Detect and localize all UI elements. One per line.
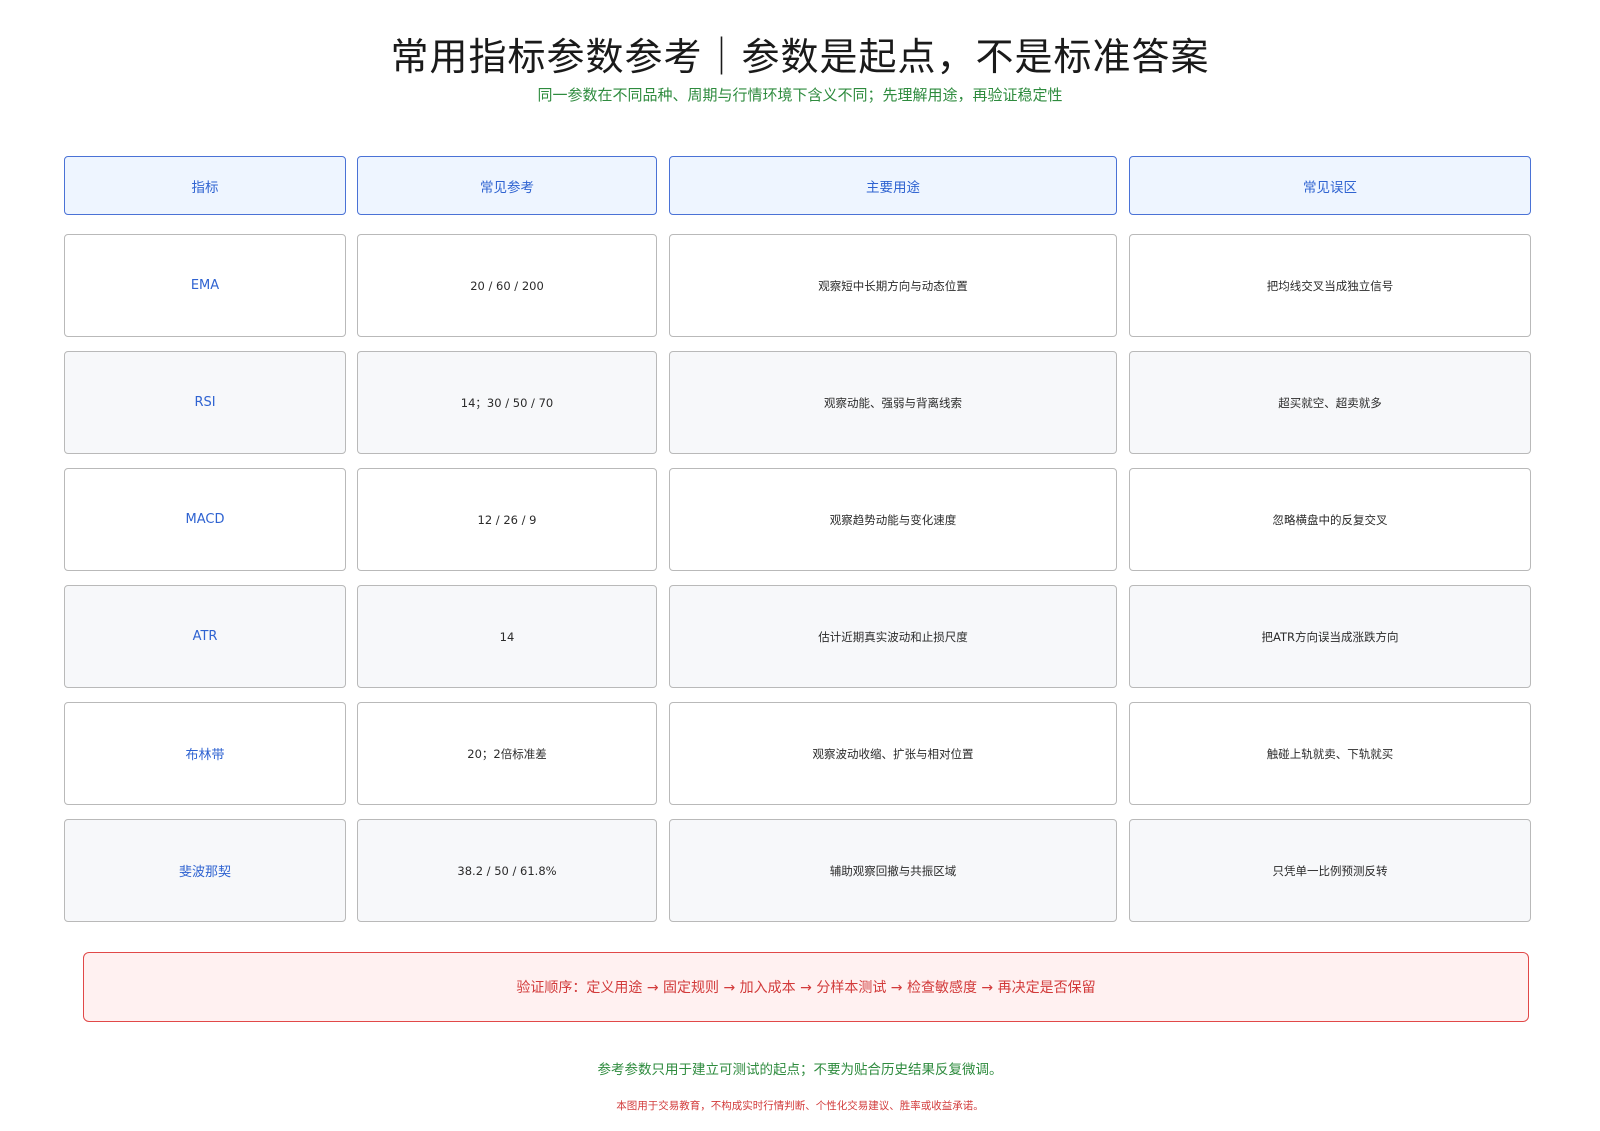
indicator-name: EMA bbox=[64, 234, 346, 337]
table-row: RSI 14；30 / 50 / 70 观察动能、强弱与背离线索 超买就空、超卖… bbox=[64, 351, 1534, 454]
verification-order-text: 验证顺序：定义用途 → 固定规则 → 加入成本 → 分样本测试 → 检查敏感度 … bbox=[516, 980, 1096, 996]
indicator-pitfall: 只凭单一比例预测反转 bbox=[1129, 819, 1531, 922]
indicator-name: 斐波那契 bbox=[64, 819, 346, 922]
indicator-purpose: 观察动能、强弱与背离线索 bbox=[669, 351, 1117, 454]
reference-note: 参考参数只用于建立可测试的起点；不要为贴合历史结果反复微调。 bbox=[597, 1062, 1003, 1078]
indicator-reference: 12 / 26 / 9 bbox=[357, 468, 657, 571]
indicator-purpose: 观察趋势动能与变化速度 bbox=[669, 468, 1117, 571]
indicator-pitfall: 把均线交叉当成独立信号 bbox=[1129, 234, 1531, 337]
table-header-row: 指标 常见参考 主要用途 常见误区 bbox=[64, 156, 1534, 215]
indicator-name: 布林带 bbox=[64, 702, 346, 805]
table-row: MACD 12 / 26 / 9 观察趋势动能与变化速度 忽略横盘中的反复交叉 bbox=[64, 468, 1534, 571]
indicator-reference: 38.2 / 50 / 61.8% bbox=[357, 819, 657, 922]
indicator-purpose: 估计近期真实波动和止损尺度 bbox=[669, 585, 1117, 688]
header-reference: 常见参考 bbox=[357, 156, 657, 215]
indicator-name: ATR bbox=[64, 585, 346, 688]
indicator-reference: 20 / 60 / 200 bbox=[357, 234, 657, 337]
table-row: 斐波那契 38.2 / 50 / 61.8% 辅助观察回撤与共振区域 只凭单一比… bbox=[64, 819, 1534, 922]
indicator-name: RSI bbox=[64, 351, 346, 454]
verification-order-box: 验证顺序：定义用途 → 固定规则 → 加入成本 → 分样本测试 → 检查敏感度 … bbox=[83, 952, 1529, 1022]
page-subtitle: 同一参数在不同品种、周期与行情环境下含义不同；先理解用途，再验证稳定性 bbox=[537, 86, 1063, 104]
indicator-purpose: 观察波动收缩、扩张与相对位置 bbox=[669, 702, 1117, 805]
indicator-reference: 14 bbox=[357, 585, 657, 688]
indicator-pitfall: 超买就空、超卖就多 bbox=[1129, 351, 1531, 454]
indicator-purpose: 辅助观察回撤与共振区域 bbox=[669, 819, 1117, 922]
header-pitfall: 常见误区 bbox=[1129, 156, 1531, 215]
table-row: EMA 20 / 60 / 200 观察短中长期方向与动态位置 把均线交叉当成独… bbox=[64, 234, 1534, 337]
indicator-reference: 14；30 / 50 / 70 bbox=[357, 351, 657, 454]
indicator-pitfall: 把ATR方向误当成涨跌方向 bbox=[1129, 585, 1531, 688]
indicator-pitfall: 触碰上轨就卖、下轨就买 bbox=[1129, 702, 1531, 805]
indicator-name: MACD bbox=[64, 468, 346, 571]
disclaimer: 本图用于交易教育，不构成实时行情判断、个性化交易建议、胜率或收益承诺。 bbox=[616, 1100, 984, 1112]
header-purpose: 主要用途 bbox=[669, 156, 1117, 215]
indicator-reference: 20；2倍标准差 bbox=[357, 702, 657, 805]
table-row: 布林带 20；2倍标准差 观察波动收缩、扩张与相对位置 触碰上轨就卖、下轨就买 bbox=[64, 702, 1534, 805]
indicator-purpose: 观察短中长期方向与动态位置 bbox=[669, 234, 1117, 337]
header-indicator: 指标 bbox=[64, 156, 346, 215]
page-title: 常用指标参数参考｜参数是起点，不是标准答案 bbox=[390, 35, 1210, 79]
indicator-pitfall: 忽略横盘中的反复交叉 bbox=[1129, 468, 1531, 571]
table-row: ATR 14 估计近期真实波动和止损尺度 把ATR方向误当成涨跌方向 bbox=[64, 585, 1534, 688]
